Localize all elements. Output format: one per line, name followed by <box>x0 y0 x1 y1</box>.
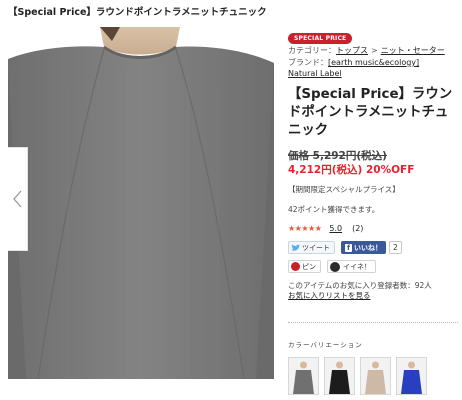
color-thumb-black[interactable] <box>324 357 355 395</box>
sale-price: 4,212円(税込) 20%OFF <box>288 164 415 176</box>
review-count: (2) <box>352 224 364 233</box>
iine-label: イイネ！ <box>343 262 371 271</box>
pinterest-button[interactable]: ピン <box>288 260 321 273</box>
category-link-knit[interactable]: ニット・セーター <box>381 46 445 55</box>
special-price-badge: SPECIAL PRICE <box>288 33 353 44</box>
category-line: カテゴリー：トップス > ニット・セーター <box>288 45 458 56</box>
brand-line: ブランド：[earth music&ecology] Natural Label <box>288 57 438 79</box>
color-swatch-image <box>397 358 426 394</box>
twitter-bird-icon <box>291 243 300 251</box>
tweet-button[interactable]: ツイート <box>288 241 335 254</box>
limited-price-note: 【期間限定スペシャルプライス】 <box>288 185 400 194</box>
social-row-2: ピン イイネ！ <box>288 260 458 273</box>
category-separator: > <box>371 46 378 55</box>
iine-button[interactable]: イイネ！ <box>327 260 376 273</box>
color-variation-label: カラーバリエーション <box>288 341 363 349</box>
category-label: カテゴリー： <box>288 46 336 55</box>
color-thumb-blue[interactable] <box>396 357 427 395</box>
section-divider <box>288 322 458 323</box>
facebook-icon: f <box>345 243 353 252</box>
color-thumb-beige[interactable] <box>360 357 391 395</box>
like-count: 2 <box>389 241 402 254</box>
pinterest-icon <box>291 262 300 271</box>
iine-icon <box>330 261 340 272</box>
product-photo <box>8 27 274 379</box>
pin-label: ピン <box>302 262 316 271</box>
color-swatch-image <box>289 358 318 394</box>
rating-stars: ★★★★★ <box>288 224 322 233</box>
product-title: 【Special Price】ラウンドポイントラメニットチュニック <box>288 87 453 138</box>
color-swatch-image <box>361 358 390 394</box>
rating-score-link[interactable]: 5.0 <box>329 224 342 233</box>
category-link-tops[interactable]: トップス <box>336 46 368 55</box>
social-row-1: ツイート f いいね！ 2 <box>288 241 458 254</box>
brand-label: ブランド： <box>288 58 328 67</box>
gallery-prev-button[interactable] <box>8 147 28 251</box>
rating-row: ★★★★★ 5.0 (2) <box>288 224 458 233</box>
tweet-label: ツイート <box>302 243 330 252</box>
favorite-list-link[interactable]: お気に入りリストを見る <box>288 291 458 301</box>
color-variation-list <box>288 357 432 395</box>
product-info: SPECIAL PRICE カテゴリー：トップス > ニット・セーター ブランド：[… <box>288 25 458 301</box>
favorite-count-text: このアイテムのお気に入り登録者数：92人 <box>288 281 432 290</box>
points-text: 42ポイント獲得できます。 <box>288 205 380 214</box>
color-thumb-charcoal[interactable] <box>288 357 319 395</box>
original-price: 価格 5,292円(税込) <box>288 150 387 162</box>
chevron-left-icon <box>13 190 22 208</box>
page-header-title: 【Special Price】ラウンドポイントラメニットチュニック <box>8 7 267 18</box>
facebook-like-button[interactable]: f いいね！ <box>341 241 387 254</box>
like-label: いいね！ <box>354 243 383 252</box>
color-swatch-image <box>325 358 354 394</box>
product-image[interactable] <box>8 27 274 379</box>
